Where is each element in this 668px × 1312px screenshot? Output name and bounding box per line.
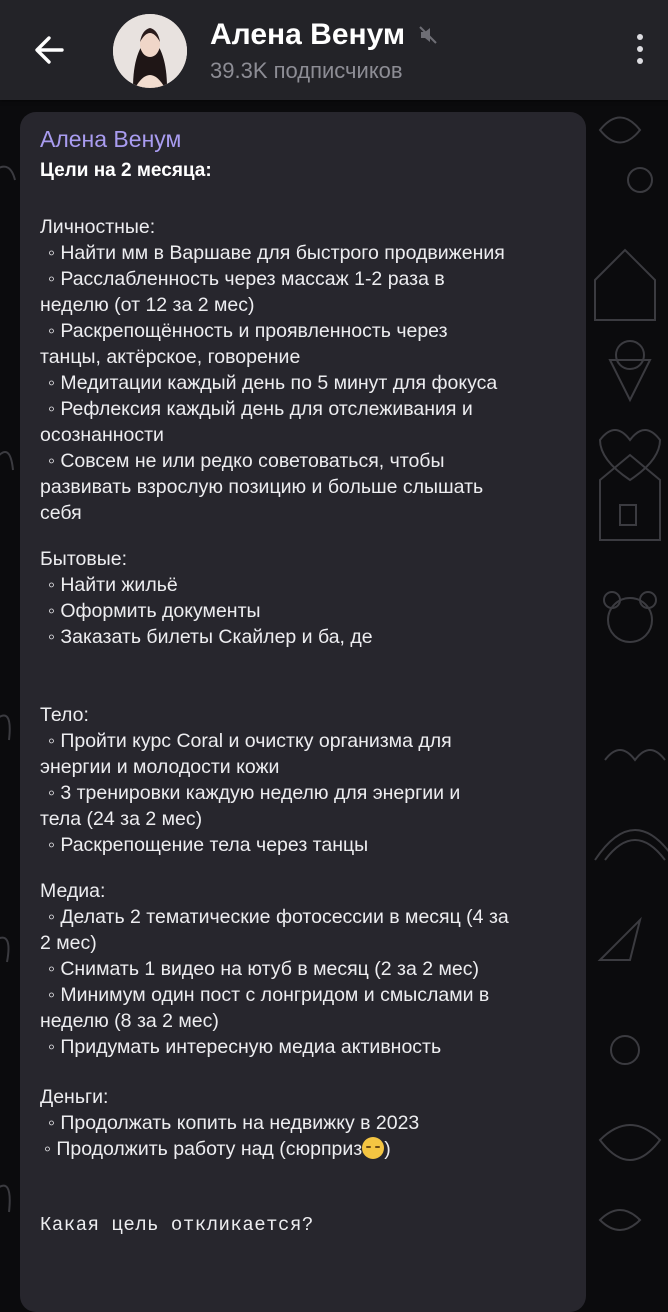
list-item: ◦ Заказать билеты Скайлер и ба, де (48, 626, 373, 648)
list-item: ◦ Оформить документы (48, 600, 261, 622)
list-item: ◦ Продолжать копить на недвижку в 2023 (48, 1112, 420, 1134)
section-heading: Личностные: (40, 216, 156, 238)
list-item: ◦ Медитации каждый день по 5 минут для ф… (48, 372, 498, 394)
list-item: ◦ Продолжить работу над (сюрприз) (40, 1136, 574, 1162)
back-button[interactable] (22, 22, 78, 78)
closing-question: Какая цель откликается? (40, 1214, 314, 1236)
list-item-text: ◦ Продолжить работу над (сюрприз (44, 1138, 363, 1160)
chat-header: Алена Венум 39.3K подписчиков (0, 0, 668, 100)
list-item: ◦ Делать 2 тематические фотосессии в мес… (48, 906, 509, 928)
list-item: ◦ Совсем не или редко советоваться, чтоб… (48, 450, 445, 472)
list-item-continuation: осознанности (40, 424, 164, 446)
list-item: ◦ Пройти курс Coral и очистку организма … (48, 730, 452, 752)
speaker-muted-icon (418, 26, 437, 44)
more-options-button[interactable] (620, 28, 660, 76)
list-item: ◦ Найти жильё (48, 574, 178, 596)
list-item: ◦ Снимать 1 видео на ютуб в месяц (2 за … (48, 958, 479, 980)
list-item: ◦ Раскрепощение тела через танцы (48, 834, 369, 856)
list-item: ◦ Минимум один пост с лонгридом и смысла… (48, 984, 490, 1006)
list-item: ◦ Рефлексия каждый день для отслеживания… (48, 398, 473, 420)
list-item-continuation: энергии и молодости кожи (40, 756, 280, 778)
list-item-continuation: неделю (от 12 за 2 мес) (40, 294, 255, 316)
avatar-portrait (113, 14, 187, 88)
section-heading: Бытовые: (40, 548, 128, 570)
list-item: ◦ Найти мм в Варшаве для быстрого продви… (48, 242, 505, 264)
channel-avatar[interactable] (113, 14, 187, 88)
list-item-continuation: танцы, актёрское, говорение (40, 346, 301, 368)
list-item: ◦ Придумать интересную медиа активность (48, 1036, 442, 1058)
more-vertical-icon (637, 34, 643, 40)
list-item: ◦ Раскрепощённость и проявленность через (48, 320, 448, 342)
list-item-continuation: 2 мес) (40, 932, 97, 954)
list-item-continuation: себя (40, 502, 82, 524)
list-item-continuation: развивать взрослую позицию и больше слыш… (40, 476, 484, 498)
message-title: Цели на 2 месяца: (40, 160, 212, 181)
message-author[interactable]: Алена Венум (40, 126, 181, 153)
section-heading: Медиа: (40, 880, 106, 902)
channel-title[interactable]: Алена Венум (210, 18, 405, 52)
list-item: ◦ Расслабленность через массаж 1-2 раза … (48, 268, 445, 290)
message-bubble[interactable]: Алена Венум Цели на 2 месяца: Личностные… (20, 112, 586, 1312)
section-heading: Деньги: (40, 1086, 109, 1108)
list-item-text-end: ) (384, 1138, 391, 1160)
smirking-face-emoji (362, 1137, 385, 1159)
list-item-continuation: тела (24 за 2 мес) (40, 808, 203, 830)
subscriber-count: 39.3K подписчиков (210, 58, 403, 83)
section-heading: Тело: (40, 704, 89, 726)
arrow-left-icon (35, 36, 64, 64)
list-item-continuation: неделю (8 за 2 мес) (40, 1010, 219, 1032)
list-item: ◦ 3 тренировки каждую неделю для энергии… (48, 782, 461, 804)
